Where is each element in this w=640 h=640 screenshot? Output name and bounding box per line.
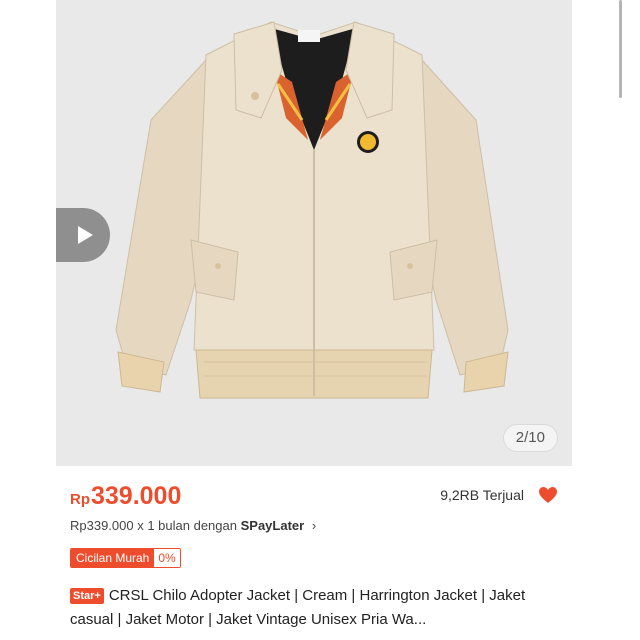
installment-info[interactable]: Rp339.000 x 1 bulan dengan SPayLater › xyxy=(70,518,316,533)
star-plus-badge: Star+ xyxy=(70,588,104,604)
image-counter: 2/10 xyxy=(502,424,558,452)
product-title-text: CRSL Chilo Adopter Jacket | Cream | Harr… xyxy=(70,587,526,628)
installment-text: Rp339.000 x 1 bulan dengan xyxy=(70,518,237,533)
promo-label: Cicilan Murah xyxy=(71,549,155,567)
product-price: Rp 339.000 xyxy=(70,482,181,511)
scrollbar[interactable] xyxy=(619,0,622,98)
product-title: Star+ CRSL Chilo Adopter Jacket | Cream |… xyxy=(70,584,560,632)
price-value: 339.000 xyxy=(91,482,182,510)
sold-count: 9,2RB Terjual xyxy=(440,487,524,503)
play-icon xyxy=(78,226,93,244)
product-page: 2/10 Rp 339.000 9,2RB Terjual Rp339.000 … xyxy=(56,0,622,640)
chevron-right-icon: › xyxy=(311,518,317,533)
promo-badge: Cicilan Murah 0% xyxy=(70,548,181,568)
installment-brand: SPayLater xyxy=(240,518,305,533)
heart-icon[interactable] xyxy=(538,486,558,504)
video-play-button[interactable] xyxy=(56,208,110,262)
price-currency: Rp xyxy=(70,491,90,508)
product-image-gallery[interactable]: 2/10 xyxy=(56,0,572,466)
product-photo-jacket[interactable] xyxy=(56,0,572,466)
promo-rate: 0% xyxy=(154,549,180,567)
